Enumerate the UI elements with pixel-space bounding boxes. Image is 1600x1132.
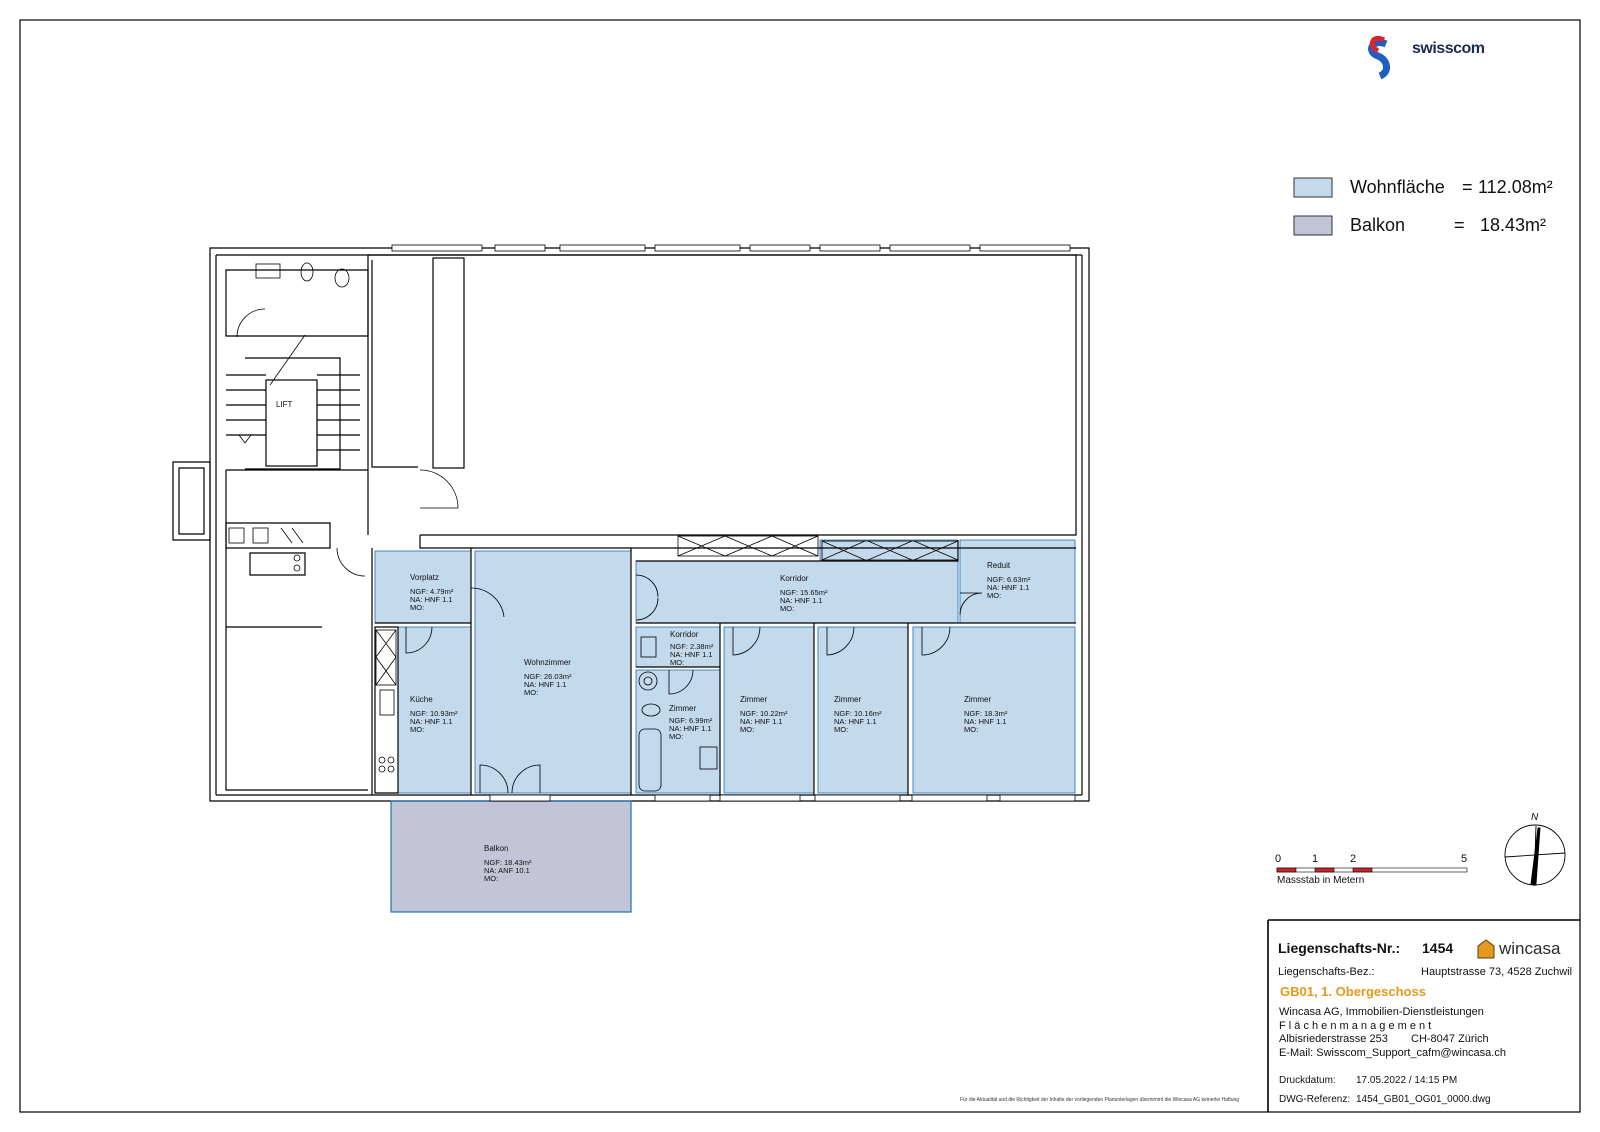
scale-tick-5: 5 — [1461, 853, 1468, 865]
lift-label: LIFT — [276, 400, 293, 409]
scale-bar — [1276, 867, 1468, 873]
scale-tick-1: 1 — [1312, 853, 1319, 865]
room-label-zimmer3: Zimmer NGF: 18.3m² NA: HNF 1.1 MO: — [964, 695, 1008, 734]
room-label-kueche: Küche NGF: 10.93m² NA: HNF 1.1 MO: — [410, 695, 458, 734]
disclaimer: Für die Aktualität und die Richtigkeit d… — [960, 1097, 1240, 1103]
liegenschaft-nr: 1454 — [1422, 940, 1454, 956]
room-label-zimmer1: Zimmer NGF: 10.22m² NA: HNF 1.1 MO: — [740, 695, 788, 734]
floor-plan-drawing — [19, 19, 1581, 1113]
room-label-vorplatz: Vorplatz NGF: 4.79m² NA: HNF 1.1 MO: — [410, 573, 454, 612]
room-label-balkon: Balkon NGF: 18.43m² NA: ANF 10.1 MO: — [484, 844, 532, 883]
liegenschaft-label: Liegenschafts-Nr.: — [1278, 940, 1401, 956]
room-label-reduit: Reduit NGF: 6.63m² NA: HNF 1.1 MO: — [987, 561, 1031, 600]
email: E-Mail: Swisscom_Support_cafm@wincasa.ch — [1279, 1047, 1506, 1059]
legend-swatch-balkon — [1293, 215, 1333, 236]
legend-label-balkon: Balkon — [1350, 215, 1406, 235]
room-label-wohnzimmer: Wohnzimmer NGF: 26.03m² NA: HNF 1.1 MO: — [524, 658, 572, 697]
scale-tick-0: 0 — [1275, 853, 1282, 865]
company-name: Wincasa AG, Immobilien-Dienstleistungen — [1279, 1006, 1484, 1018]
legend-equals-wohnflaeche: = — [1462, 177, 1473, 197]
bez-label: Liegenschafts-Bez.: — [1278, 966, 1375, 978]
legend-value-wohnflaeche: 112.08m² — [1478, 177, 1553, 197]
lift-shaft-line — [269, 334, 306, 386]
swisscom-logo-mark — [1368, 35, 1390, 80]
dwg-label: DWG-Referenz: — [1279, 1094, 1351, 1105]
room-label-korridor-main: Korridor NGF: 15.65m² NA: HNF 1.1 MO: — [780, 574, 828, 613]
bez-value: Hauptstrasse 73, 4528 Zuchwil — [1421, 966, 1573, 978]
room-label-bad: Zimmer NGF: 6.99m² NA: HNF 1.1 MO: — [669, 704, 713, 741]
floor-name: GB01, 1. Obergeschoss — [1280, 984, 1426, 999]
druck-value: 17.05.2022 / 14:15 PM — [1356, 1075, 1458, 1086]
legend-equals-balkon: = — [1454, 215, 1465, 235]
room-label-zimmer2: Zimmer NGF: 10.16m² NA: HNF 1.1 MO: — [834, 695, 882, 734]
wincasa-house-icon — [1477, 939, 1495, 959]
legend-label-wohnflaeche: Wohnfläche — [1350, 177, 1445, 197]
north-label: N — [1531, 812, 1539, 823]
legend-swatch-wohnflaeche — [1293, 177, 1333, 198]
wincasa-logo: wincasa — [1499, 939, 1561, 958]
scale-caption: Massstab in Metern — [1277, 875, 1365, 886]
north-compass — [1504, 824, 1566, 887]
stair-arrow — [238, 434, 252, 444]
swisscom-logo: swisscom — [1412, 40, 1485, 57]
street: Albisriederstrasse 253 — [1279, 1033, 1388, 1045]
legend-value-balkon: 18.43m² — [1480, 215, 1547, 235]
room-label-korridor-small: Korridor NGF: 2.38m² NA: HNF 1.1 MO: — [670, 630, 714, 667]
city: CH-8047 Zürich — [1411, 1033, 1489, 1045]
druck-label: Druckdatum: — [1279, 1075, 1336, 1086]
dwg-value: 1454_GB01_OG01_0000.dwg — [1356, 1094, 1491, 1105]
department: F l ä c h e n m a n a g e m e n t — [1279, 1020, 1432, 1032]
scale-tick-2: 2 — [1350, 853, 1357, 865]
